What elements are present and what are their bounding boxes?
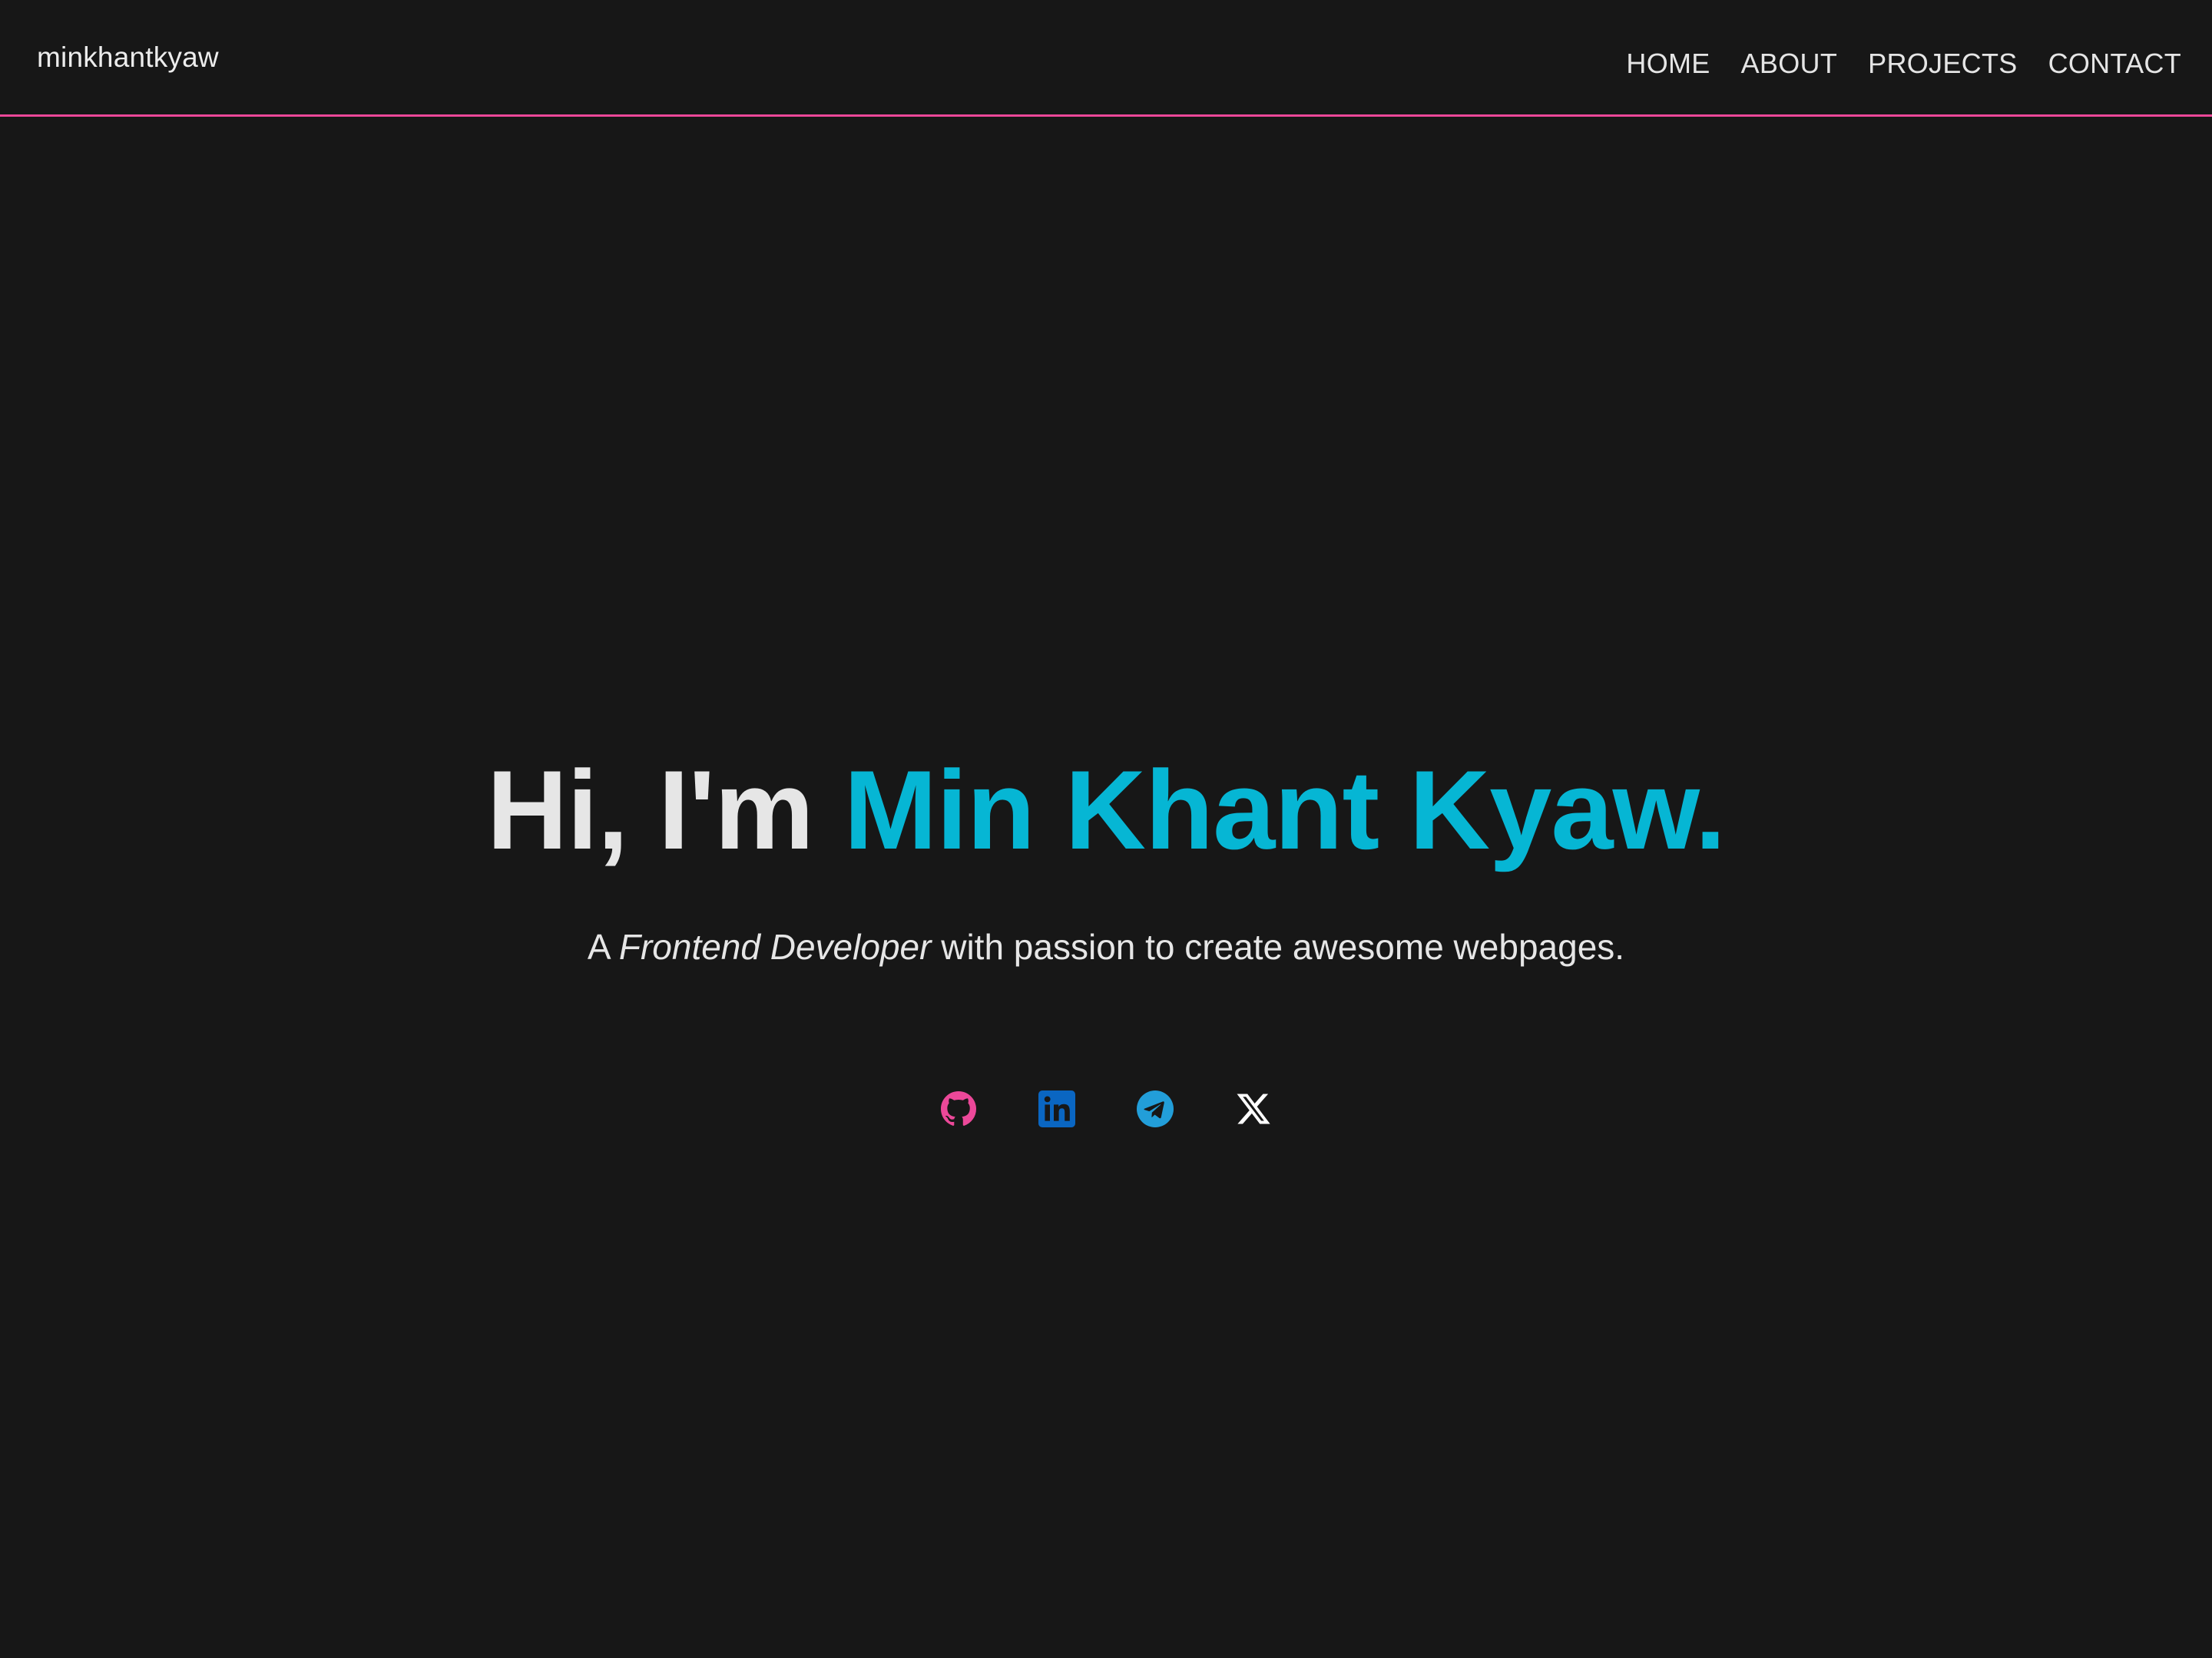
hero-section: Hi, I'm Min Khant Kyaw. A Frontend Devel… (0, 745, 2212, 970)
linkedin-link[interactable] (1038, 1090, 1075, 1127)
linkedin-icon (1038, 1090, 1075, 1127)
hero-tagline: A Frontend Developer with passion to cre… (0, 924, 2212, 970)
nav-link-home[interactable]: HOME (1626, 45, 1710, 83)
social-links (0, 1090, 2212, 1127)
github-link[interactable] (940, 1090, 977, 1127)
tagline-prefix: A (587, 927, 610, 967)
brand-logo-link[interactable]: minkhantkyaw (37, 40, 219, 75)
x-icon (1237, 1094, 1270, 1124)
telegram-link[interactable] (1137, 1090, 1174, 1127)
top-navbar: minkhantkyaw HOME ABOUT PROJECTS CONTACT (0, 0, 2212, 117)
hero-headline: Hi, I'm Min Khant Kyaw. (0, 745, 2212, 875)
hero-greeting: Hi, I'm (486, 747, 814, 872)
nav-link-about[interactable]: ABOUT (1741, 45, 1838, 83)
github-icon (941, 1091, 976, 1126)
telegram-icon (1137, 1090, 1174, 1127)
tagline-suffix: with passion to create awesome webpages. (941, 927, 1625, 967)
x-twitter-link[interactable] (1235, 1090, 1272, 1127)
nav-link-contact[interactable]: CONTACT (2048, 45, 2181, 83)
tagline-role: Frontend Developer (618, 927, 932, 967)
nav-link-projects[interactable]: PROJECTS (1868, 45, 2017, 83)
hero-name: Min Khant Kyaw. (843, 747, 1727, 872)
nav-links: HOME ABOUT PROJECTS CONTACT (1626, 45, 2181, 83)
